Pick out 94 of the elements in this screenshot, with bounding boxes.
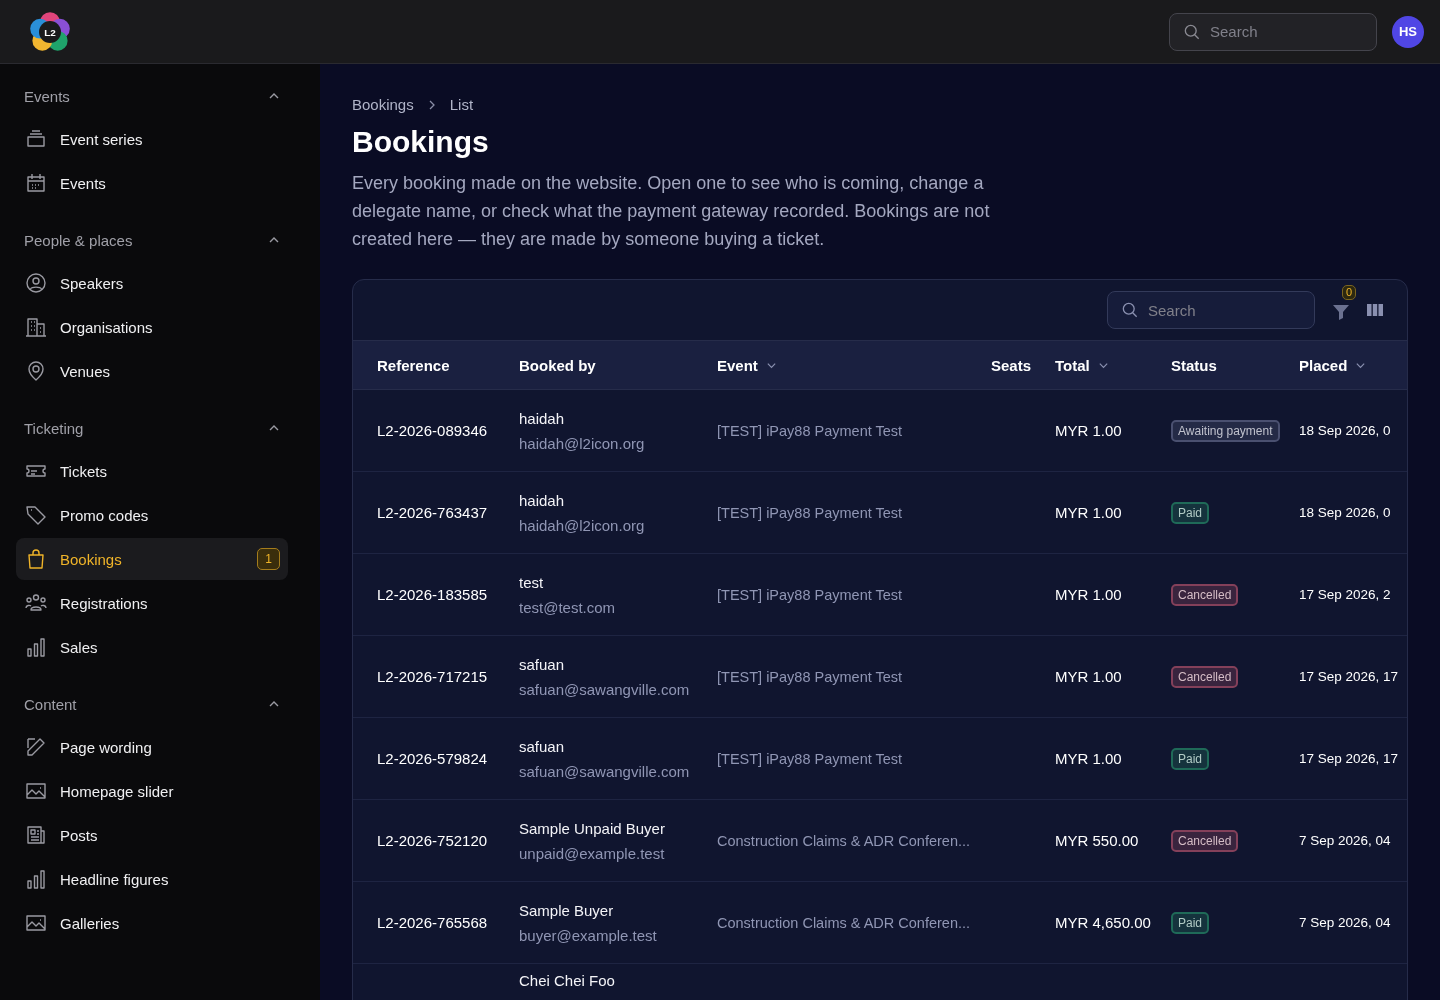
count-badge: 1 (257, 548, 280, 570)
table-cell: [TEST] iPay88 Payment Test (717, 750, 903, 767)
table-cell: [TEST] iPay88 Payment Test (717, 586, 903, 603)
table-cell: 17 Sep 2026, 2 (1299, 587, 1391, 602)
section-toggle[interactable]: Content (16, 692, 288, 716)
table-cell: MYR 1.00 (1055, 586, 1122, 603)
column-header[interactable]: Placed (1299, 356, 1348, 374)
nav-item[interactable]: Event series (16, 118, 288, 160)
table-cell[interactable]: L2-2026-579824 (377, 750, 488, 767)
calendar-icon (24, 171, 48, 195)
status-badge: Awaiting payment (1171, 419, 1280, 442)
breadcrumb-link[interactable]: Bookings (352, 96, 414, 113)
table-cell: 18 Sep 2026, 0 (1299, 423, 1391, 438)
search-field[interactable]: Search (1107, 291, 1315, 329)
nav-item[interactable]: Posts (16, 814, 288, 856)
table-cell[interactable]: L2-2026-089346 (377, 422, 488, 439)
building-icon (24, 315, 48, 339)
bar-chart-icon (24, 635, 48, 659)
nav-item[interactable]: Homepage slider (16, 770, 288, 812)
column-header[interactable]: Total (1055, 356, 1090, 374)
table-cell: [TEST] iPay88 Payment Test (717, 422, 903, 439)
search-field[interactable]: Search (1169, 12, 1377, 51)
table-cell: haidah@l2icon.org (519, 516, 645, 534)
nav-item[interactable]: Events (16, 162, 288, 204)
column-header: Booked by (519, 356, 596, 374)
table-cell: Chei Chei Foo (519, 972, 615, 989)
nav-item[interactable]: Bookings 1 (16, 538, 288, 580)
page-description: Every booking made on the website. Open one to see who is coming, change a delegate name, or check what the payment gateway recorded. Bookings are not created here — they are made by someone buying a ticket. (352, 172, 991, 251)
column-header[interactable]: Event (717, 356, 758, 374)
status-badge: Cancelled (1171, 829, 1239, 852)
nav-item[interactable]: Speakers (16, 262, 288, 304)
table-cell[interactable]: L2-2026-717215 (377, 668, 488, 685)
table-cell: unpaid@example.test (519, 844, 665, 862)
table-cell: [TEST] iPay88 Payment Test (717, 504, 903, 521)
nav-item[interactable]: Promo codes (16, 494, 288, 536)
table-cell: MYR 550.00 (1055, 832, 1139, 849)
table-cell: buyer@example.test (519, 926, 657, 944)
filter-count-badge: 0 (1342, 285, 1357, 300)
status-badge: Paid (1171, 501, 1210, 524)
column-header: Reference (377, 356, 450, 374)
user-avatar[interactable]: HS (1392, 15, 1424, 48)
table-cell: [TEST] iPay88 Payment Test (717, 668, 903, 685)
table-cell: MYR 1.00 (1055, 668, 1122, 685)
table-cell: safuan (519, 655, 565, 673)
table-cell: haidah@l2icon.org (519, 434, 645, 452)
column-header: Seats (990, 356, 1031, 374)
search-icon (1120, 300, 1140, 320)
page-title: Bookings (352, 125, 490, 159)
table-cell: safuan (519, 737, 565, 755)
table-cell: Sample Buyer (519, 901, 614, 919)
table-cell: haidah (519, 409, 565, 427)
breadcrumb-link[interactable]: List (449, 96, 474, 113)
table-cell: 7 Sep 2026, 04 (1299, 833, 1391, 848)
nav-item[interactable]: Registrations (16, 582, 288, 624)
section-toggle[interactable]: People & places (16, 228, 288, 252)
table-cell: 7 Sep 2026, 04 (1299, 915, 1391, 930)
tag-icon (24, 503, 48, 527)
newspaper-icon (24, 823, 48, 847)
section-toggle[interactable]: Ticketing (16, 416, 288, 440)
table-cell[interactable]: L2-2026-765568 (377, 914, 488, 931)
nav-item[interactable]: Venues (16, 350, 288, 392)
nav-item[interactable]: Page wording (16, 726, 288, 768)
bar-chart-icon (24, 867, 48, 891)
nav-item[interactable]: Headline figures (16, 858, 288, 900)
table-cell: 17 Sep 2026, 17 (1299, 669, 1399, 684)
table-cell: safuan@sawangville.com (519, 762, 690, 780)
table-cell: haidah (519, 491, 565, 509)
table-cell: Sample Unpaid Buyer (519, 819, 665, 837)
nav-item[interactable]: Organisations (16, 306, 288, 348)
nav-item[interactable]: Tickets (16, 450, 288, 492)
table-cell: Construction Claims & ADR Conferen... (717, 832, 971, 849)
section-toggle[interactable]: Events (16, 84, 288, 108)
table-cell: safuan@sawangville.com (519, 680, 690, 698)
table-cell: 18 Sep 2026, 0 (1299, 505, 1391, 520)
table-cell[interactable]: L2-2026-763437 (377, 504, 488, 521)
table-cell: test@test.com (519, 598, 616, 616)
person-icon (24, 271, 48, 295)
status-badge: Cancelled (1171, 583, 1239, 606)
table-cell: test (519, 573, 544, 591)
table-cell: 17 Sep 2026, 17 (1299, 751, 1399, 766)
status-badge: Paid (1171, 747, 1210, 770)
column-header: Status (1171, 356, 1217, 374)
nav-item[interactable]: Sales (16, 626, 288, 668)
nav-item[interactable]: Galleries (16, 902, 288, 944)
table-cell: Construction Claims & ADR Conferen... (717, 914, 971, 931)
logo[interactable]: L2 (28, 9, 72, 54)
table-cell: MYR 1.00 (1055, 422, 1122, 439)
table-cell: MYR 1.00 (1055, 750, 1122, 767)
table-cell: MYR 1.00 (1055, 504, 1122, 521)
status-badge: Cancelled (1171, 665, 1239, 688)
table-cell: MYR 4,650.00 (1055, 914, 1151, 931)
table-cell[interactable]: L2-2026-752120 (377, 832, 488, 849)
table-cell[interactable]: L2-2026-183585 (377, 586, 488, 603)
status-badge: Paid (1171, 911, 1210, 934)
